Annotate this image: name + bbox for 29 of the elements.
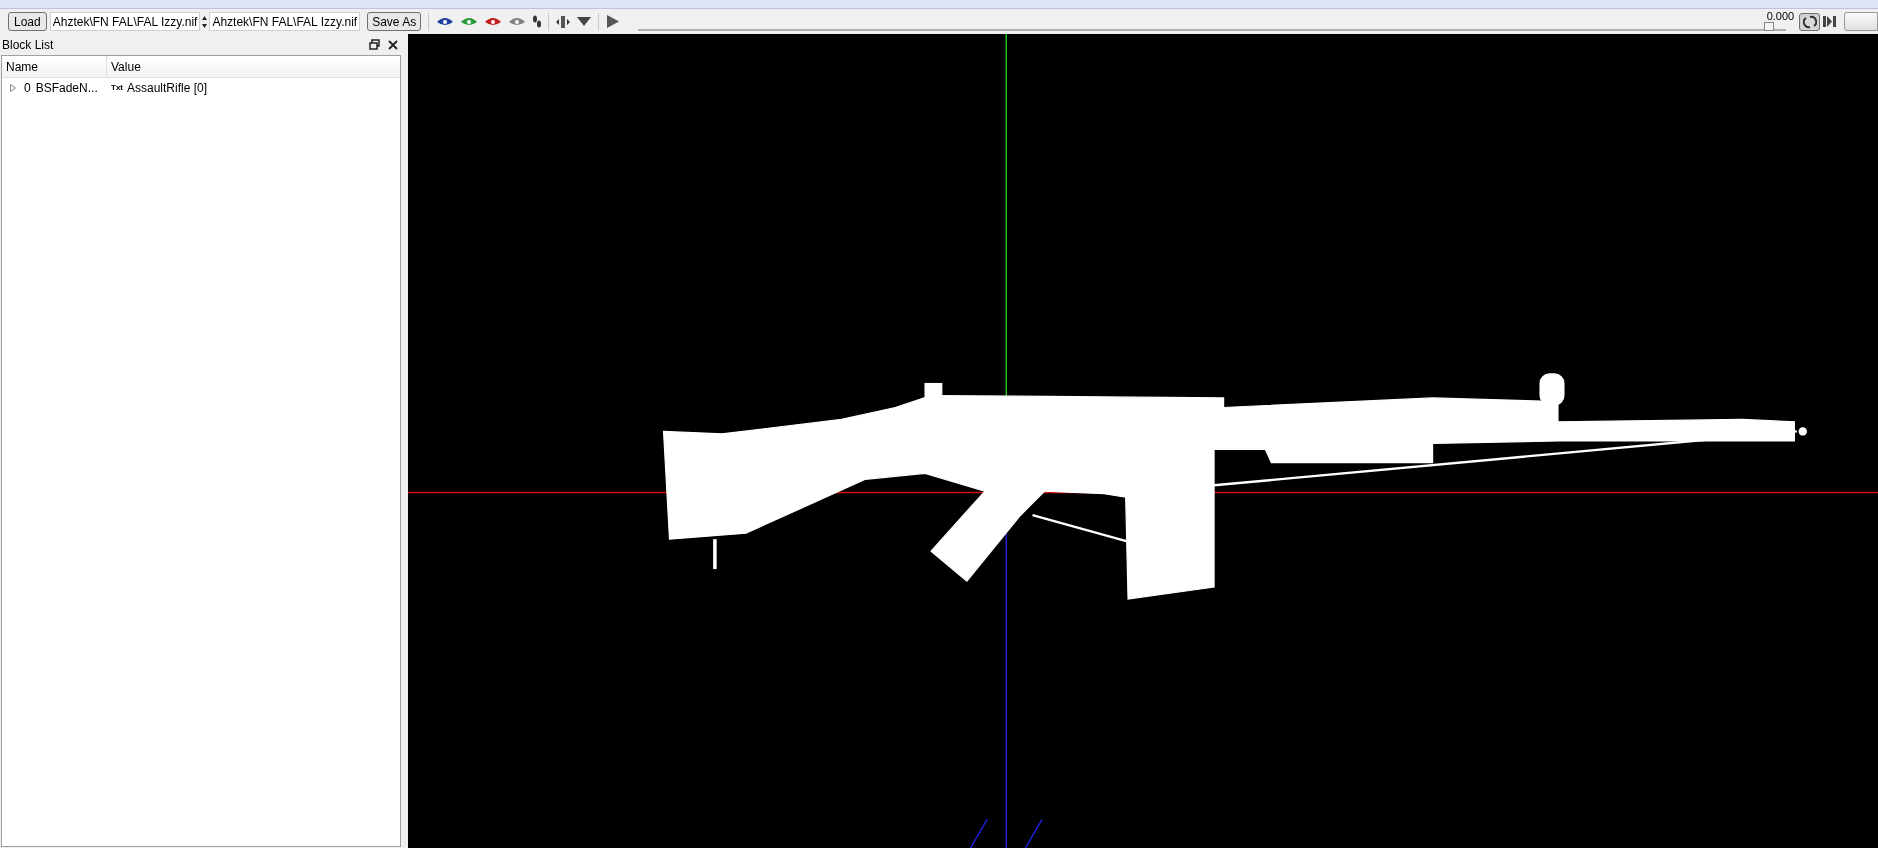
type-label: Txt	[111, 81, 123, 94]
column-header[interactable]: Name	[2, 56, 107, 77]
block-name[interactable]: BSFadeN...	[35, 78, 98, 97]
close-icon[interactable]	[388, 39, 398, 50]
save-as-button[interactable]: Save As	[367, 12, 422, 31]
float-icon[interactable]	[369, 39, 380, 50]
panel-title: Block List	[2, 36, 55, 54]
eye-icon[interactable]	[508, 16, 527, 27]
loop-button[interactable]	[1799, 12, 1821, 31]
time-slider[interactable]	[638, 20, 1787, 31]
eye-icon[interactable]	[436, 16, 455, 27]
file-path-field[interactable]: Ahztek\FN FAL\FAL Izzy.nif	[209, 12, 361, 31]
expand-arrow-icon[interactable]	[10, 83, 16, 92]
file-path-field[interactable]: Ahztek\FN FAL\FAL Izzy.nif	[49, 12, 201, 31]
play-icon[interactable]	[606, 15, 620, 28]
time-readout: 0.000	[1766, 9, 1795, 22]
block-value: AssaultRifle [0]	[127, 79, 208, 97]
move-arrows-icon[interactable]	[555, 14, 572, 29]
block-number: 0	[24, 79, 31, 97]
speed-field[interactable]	[1844, 12, 1878, 31]
spin-arrows-icon[interactable]	[202, 14, 208, 29]
slider-thumb[interactable]	[1763, 21, 1774, 31]
column-header[interactable]: Value	[107, 56, 400, 77]
load-button[interactable]: Load	[8, 12, 47, 31]
eye-icon[interactable]	[484, 16, 503, 27]
footprints-icon[interactable]	[532, 14, 543, 29]
dropdown-arrow-icon[interactable]	[577, 17, 592, 26]
skip-forward-icon[interactable]	[1823, 15, 1838, 28]
3d-viewport[interactable]	[408, 34, 1878, 848]
